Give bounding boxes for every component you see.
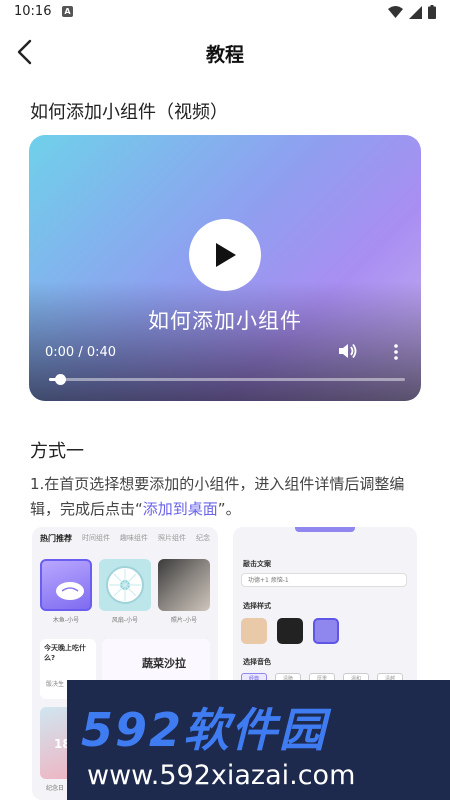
status-bar: 10:16 A	[0, 0, 450, 24]
fan-widget	[99, 559, 151, 611]
more-vertical-icon[interactable]	[393, 344, 399, 360]
video-progress-bar[interactable]	[49, 374, 405, 385]
mock-label-color: 选择音色	[243, 658, 271, 666]
add-to-desktop-highlight: 添加到桌面	[142, 500, 218, 518]
watermark-logo-text: 592软件园	[81, 703, 328, 757]
section-title-video: 如何添加小组件（视频）	[30, 102, 228, 123]
video-time: 0:00 / 0:40	[45, 345, 117, 360]
style-option-purple	[313, 618, 339, 644]
style-option-black	[277, 618, 303, 644]
play-button[interactable]	[189, 219, 261, 291]
photo-widget	[158, 559, 210, 611]
watermark-url: www.592xiazai.com	[87, 760, 356, 791]
volume-icon[interactable]	[339, 343, 357, 359]
widget-label: 照片-小号	[170, 617, 198, 624]
mock-text-input: 功德+1 烦恼-1	[241, 573, 407, 587]
watermark-banner: 592软件园 www.592xiazai.com	[67, 680, 450, 800]
mock-tab: 趣味组件	[120, 534, 148, 542]
video-progress-knob[interactable]	[54, 374, 66, 385]
battery-icon	[428, 5, 436, 19]
style-option-wood	[241, 618, 267, 644]
section-title-method-one: 方式一	[30, 441, 84, 462]
dinner-card-title: 今天晚上吃什么?	[44, 644, 86, 662]
video-player[interactable]: 如何添加小组件 0:00 / 0:40	[29, 135, 421, 401]
mock-tab: 时间组件	[82, 534, 110, 542]
widget-label: 风扇-小号	[111, 617, 139, 624]
wifi-icon	[388, 6, 403, 18]
mock-label-text: 敲击文案	[243, 560, 271, 568]
status-time: 10:16	[14, 4, 52, 19]
video-caption: 如何添加小组件	[148, 309, 302, 333]
mock-tab: 照片组件	[158, 534, 186, 542]
mock-label-style: 选择样式	[243, 602, 271, 610]
mock-top-bar	[295, 527, 355, 532]
fan-icon	[106, 566, 144, 604]
instruction-text: 1.在首页选择想要添加的小组件，进入组件详情后调整编辑，完成后点击“添加到桌面”…	[30, 472, 422, 522]
app-notification-icon: A	[62, 6, 73, 17]
woodfish-icon	[56, 582, 84, 600]
page-title: 教程	[205, 44, 244, 66]
mock-tab: 纪念	[196, 534, 210, 542]
instruction-text-end: ”。	[217, 500, 241, 518]
woodfish-widget	[40, 559, 92, 611]
video-shade	[29, 281, 421, 401]
signal-icon	[409, 5, 422, 19]
status-icons	[388, 5, 436, 19]
widget-label: 木鱼-小号	[52, 617, 80, 624]
dinner-card-sub: 骰决生	[46, 681, 65, 688]
anniversary-label: 纪念日	[46, 785, 65, 792]
salad-text: 蔬菜沙拉	[142, 657, 186, 670]
mock-tabs: 热门推荐 时间组件 趣味组件 照片组件 纪念	[40, 533, 210, 544]
mock-tab: 热门推荐	[40, 534, 72, 543]
play-icon	[216, 243, 236, 267]
header: 教程	[0, 28, 450, 76]
